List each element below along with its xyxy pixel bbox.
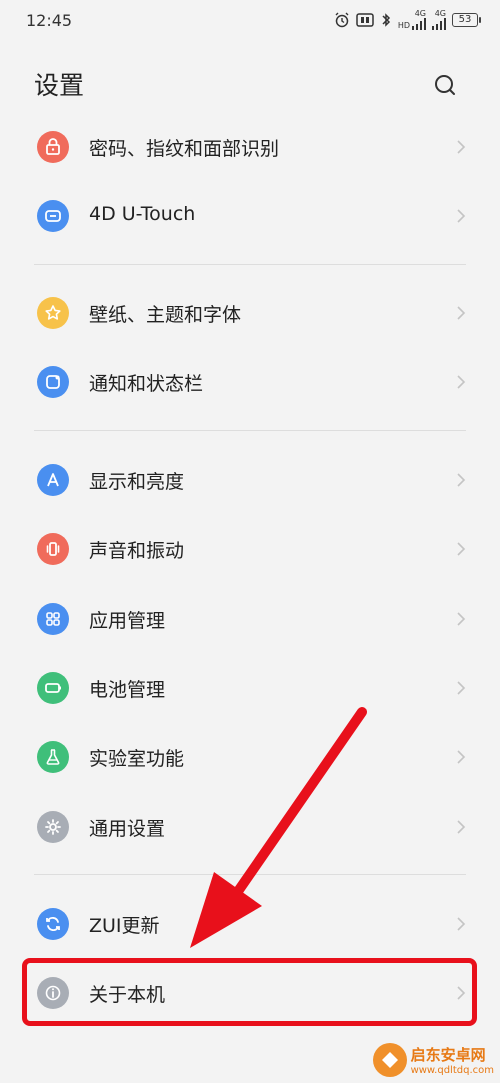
watermark-name: 启东安卓网 (410, 1046, 486, 1064)
watermark-logo-icon (372, 1043, 407, 1077)
pointer-arrow (190, 707, 367, 948)
watermark: 启东安卓网 www.qdltdq.com (372, 1043, 494, 1077)
watermark-url: www.qdltdq.com (410, 1065, 494, 1076)
